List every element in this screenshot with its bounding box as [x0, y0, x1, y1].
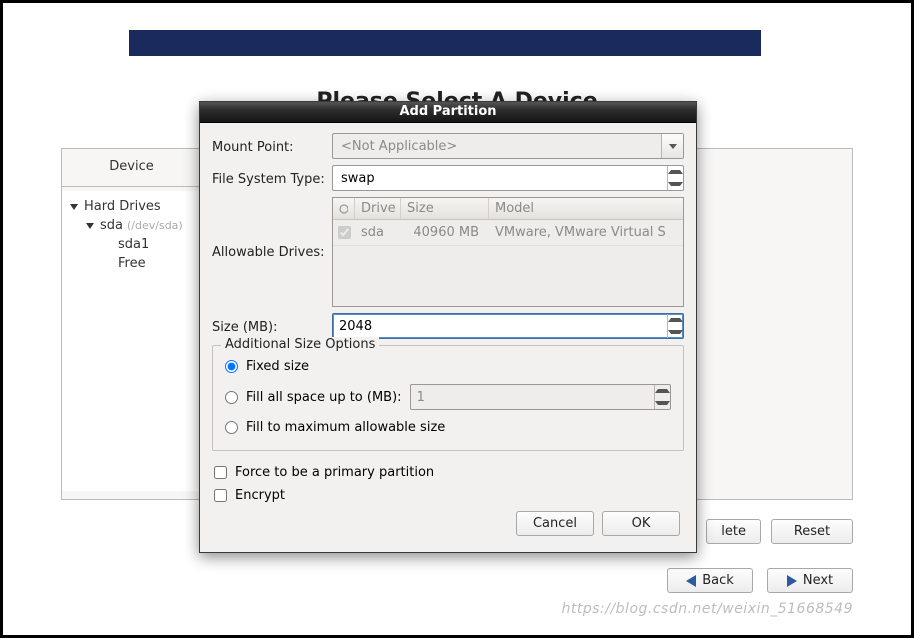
- watermark: https://blog.csdn.net/weixin_51668549: [561, 601, 853, 617]
- chevron-down-icon: [661, 134, 683, 158]
- radio-fill-up-to[interactable]: Fill all space up to (MB):: [223, 379, 673, 415]
- radio-input[interactable]: [225, 421, 238, 434]
- checkbox-label: Force to be a primary partition: [235, 465, 434, 480]
- size-field[interactable]: [333, 319, 667, 334]
- increment-button: [655, 385, 670, 397]
- radio-fill-max[interactable]: Fill to maximum allowable size: [223, 415, 673, 440]
- drive-checkbox: [338, 226, 351, 239]
- radio-input[interactable]: [225, 360, 238, 373]
- header-drive[interactable]: Drive: [355, 198, 401, 219]
- drive-row: sda 40960 MB VMware, VMware Virtual S: [333, 220, 683, 246]
- drive-checkbox-cell: [333, 226, 355, 239]
- radio-label: Fixed size: [246, 359, 309, 374]
- tree-label: sda1: [118, 237, 149, 252]
- checkbox-input[interactable]: [214, 489, 227, 502]
- radio-label: Fill to maximum allowable size: [246, 420, 445, 435]
- ok-button[interactable]: OK: [602, 511, 680, 536]
- decrement-button: [655, 397, 670, 409]
- size-row: Size (MB):: [212, 313, 684, 339]
- arrow-right-icon: [787, 575, 797, 587]
- spin-buttons: [654, 385, 670, 409]
- mount-point-label: Mount Point:: [212, 137, 332, 155]
- arrow-left-icon: [686, 575, 696, 587]
- spin-buttons[interactable]: [667, 166, 683, 190]
- dialog-titlebar[interactable]: Add Partition: [200, 102, 696, 123]
- device-column: Device Hard Drives sda (/dev/sda) sda1 F…: [62, 149, 202, 499]
- combo-value: swap: [333, 171, 667, 186]
- mount-point-row: Mount Point: <Not Applicable>: [212, 133, 684, 159]
- header-size[interactable]: Size: [401, 198, 489, 219]
- force-primary-checkbox[interactable]: Force to be a primary partition: [212, 461, 684, 484]
- button-label: lete: [721, 524, 746, 539]
- tree-label: Hard Drives: [84, 199, 161, 214]
- device-column-header: Device: [62, 149, 201, 187]
- fs-type-label: File System Type:: [212, 169, 332, 187]
- drive-size: 40960 MB: [401, 225, 489, 240]
- tree-row-disk[interactable]: sda (/dev/sda): [70, 216, 193, 235]
- button-label: OK: [632, 516, 651, 531]
- radio-label: Fill all space up to (MB):: [246, 390, 402, 405]
- drive-name: sda: [355, 225, 401, 240]
- dialog-actions: Cancel OK: [212, 507, 684, 544]
- radio-input[interactable]: [225, 391, 238, 404]
- header-model[interactable]: Model: [489, 198, 683, 219]
- size-input[interactable]: [332, 313, 684, 339]
- encrypt-checkbox[interactable]: Encrypt: [212, 484, 684, 507]
- decrement-button[interactable]: [668, 178, 683, 190]
- next-button[interactable]: Next: [767, 568, 853, 593]
- tree-row-partition[interactable]: sda1: [70, 235, 193, 254]
- mount-point-combo: <Not Applicable>: [332, 133, 684, 159]
- size-label: Size (MB):: [212, 317, 332, 335]
- dialog-form: Mount Point: <Not Applicable> File Syste…: [200, 123, 696, 552]
- tree-sublabel: (/dev/sda): [127, 219, 183, 232]
- fill-up-to-input: [410, 384, 671, 410]
- reset-button[interactable]: Reset: [771, 519, 853, 544]
- installer-banner: [129, 30, 761, 56]
- add-partition-dialog: Add Partition Mount Point: <Not Applicab…: [199, 101, 697, 553]
- allowable-drives-label: Allowable Drives:: [212, 197, 332, 260]
- drives-header: Drive Size Model: [333, 198, 683, 220]
- radio-fixed-size[interactable]: Fixed size: [223, 354, 673, 379]
- checkbox-label: Encrypt: [235, 488, 285, 503]
- allowable-drives-list: Drive Size Model sda 40960 MB VMware, VM…: [332, 197, 684, 307]
- wizard-nav: Back Next: [667, 568, 853, 593]
- allowable-drives-row: Allowable Drives: Drive Size Model sda 4…: [212, 197, 684, 307]
- additional-size-fieldset: Additional Size Options Fixed size Fill …: [212, 345, 684, 451]
- fs-type-combo[interactable]: swap: [332, 165, 684, 191]
- cancel-button[interactable]: Cancel: [516, 511, 594, 536]
- button-label: Cancel: [533, 516, 577, 531]
- panel-actions: lete Reset: [706, 519, 853, 544]
- button-label: Reset: [794, 524, 830, 539]
- decrement-button[interactable]: [668, 326, 683, 338]
- device-tree[interactable]: Hard Drives sda (/dev/sda) sda1 Free: [62, 191, 201, 491]
- button-label: Next: [803, 573, 833, 588]
- increment-button[interactable]: [668, 314, 683, 326]
- circle-icon: [339, 204, 348, 214]
- increment-button[interactable]: [668, 166, 683, 178]
- tree-row-free[interactable]: Free: [70, 254, 193, 273]
- button-label: Back: [702, 573, 734, 588]
- tree-label: Free: [118, 256, 146, 271]
- combo-value: <Not Applicable>: [333, 139, 661, 154]
- fieldset-legend: Additional Size Options: [221, 337, 379, 352]
- checkbox-input[interactable]: [214, 466, 227, 479]
- chevron-down-icon: [70, 204, 78, 210]
- fill-up-to-field: [411, 390, 654, 405]
- header-checkbox-col: [333, 198, 355, 219]
- spin-buttons[interactable]: [667, 314, 683, 338]
- tree-label: sda: [100, 218, 123, 233]
- drive-model: VMware, VMware Virtual S: [489, 225, 683, 240]
- fs-type-row: File System Type: swap: [212, 165, 684, 191]
- tree-row-root[interactable]: Hard Drives: [70, 197, 193, 216]
- chevron-down-icon: [86, 223, 94, 229]
- back-button[interactable]: Back: [667, 568, 753, 593]
- delete-button[interactable]: lete: [706, 519, 761, 544]
